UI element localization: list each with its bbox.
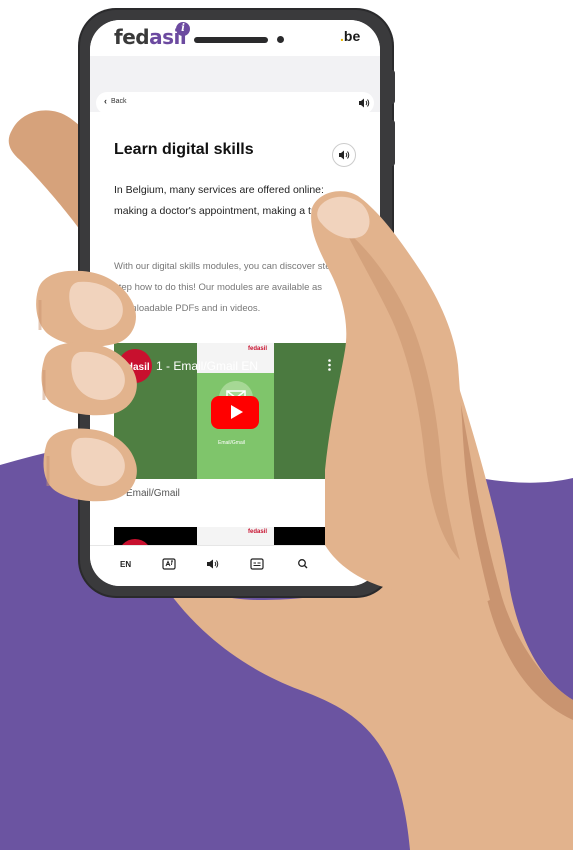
illustration: fedasil i .be ‹ Back Learn digital skill…: [0, 0, 573, 850]
hand-fingers: [36, 191, 490, 605]
